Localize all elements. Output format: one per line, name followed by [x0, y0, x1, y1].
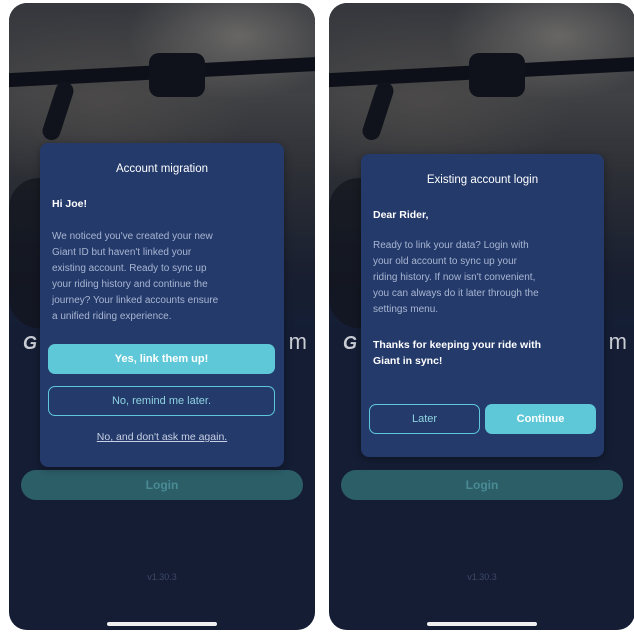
- body-line: you can always do it later through the: [373, 288, 539, 299]
- body-line: settings menu.: [373, 304, 439, 315]
- dialog-body: Ready to link your data? Login with your…: [373, 238, 599, 318]
- brand-mark-left: G: [343, 333, 358, 353]
- body-line: journey? Your linked accounts ensure: [52, 295, 219, 306]
- login-button[interactable]: Login: [21, 470, 303, 500]
- brand-mark-right: m: [608, 329, 627, 354]
- remind-later-button[interactable]: No, remind me later.: [48, 386, 275, 416]
- existing-account-login-dialog: Existing account login Dear Rider, Ready…: [361, 154, 604, 457]
- brand-mark-left: G: [23, 333, 38, 353]
- dialog-thanks: Thanks for keeping your ride with Giant …: [373, 337, 599, 369]
- thanks-line: Giant in sync!: [373, 355, 443, 367]
- dialog-greeting: Dear Rider,: [373, 209, 429, 221]
- later-button[interactable]: Later: [369, 404, 480, 434]
- body-line: We noticed you've created your new: [52, 231, 213, 242]
- link-accounts-button[interactable]: Yes, link them up!: [48, 344, 275, 374]
- body-line: Ready to link your data? Login with: [373, 240, 529, 251]
- app-version: v1.30.3: [467, 572, 497, 582]
- body-line: existing account. Ready to sync up: [52, 263, 207, 274]
- dialog-title: Account migration: [115, 163, 209, 175]
- phone-screen-existing-login: G m Login v1.30.3 Existing account login…: [329, 3, 634, 630]
- login-button[interactable]: Login: [341, 470, 623, 500]
- brand-mark-right: m: [288, 329, 307, 354]
- app-version: v1.30.3: [147, 572, 177, 582]
- phone-screen-account-migration: G m Login v1.30.3 Account migration Hi J…: [9, 3, 315, 630]
- thanks-line: Thanks for keeping your ride with: [373, 339, 542, 351]
- dialog-title: Existing account login: [426, 174, 539, 186]
- body-line: your riding history and continue the: [52, 279, 208, 290]
- body-line: Giant ID but haven't linked your: [52, 247, 192, 258]
- dialog-body: We noticed you've created your new Giant…: [52, 229, 278, 325]
- dont-ask-again-link[interactable]: No, and don't ask me again.: [40, 431, 284, 443]
- body-line: a unified riding experience.: [52, 311, 172, 322]
- account-migration-dialog: Account migration Hi Joe! We noticed you…: [40, 143, 284, 467]
- continue-button[interactable]: Continue: [485, 404, 596, 434]
- dialog-greeting: Hi Joe!: [52, 198, 88, 210]
- home-indicator: [427, 622, 537, 626]
- home-indicator: [107, 622, 217, 626]
- body-line: your old account to sync up your: [373, 256, 517, 267]
- body-line: riding history. If now isn't convenient,: [373, 272, 536, 283]
